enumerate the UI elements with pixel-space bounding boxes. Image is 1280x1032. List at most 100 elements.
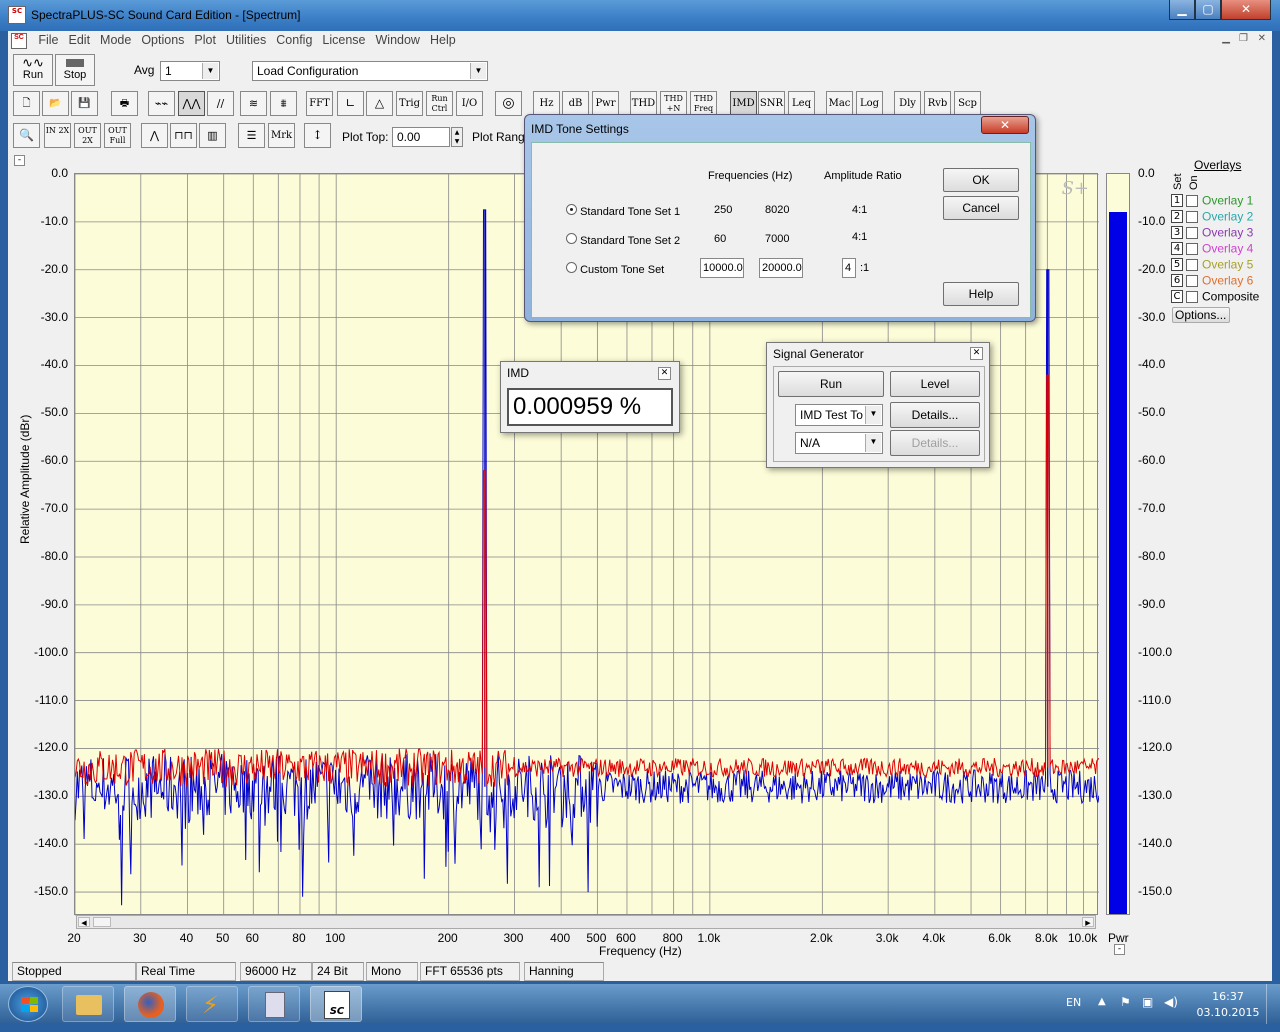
- overlay-checkbox[interactable]: [1186, 226, 1198, 239]
- ok-button[interactable]: OK: [943, 168, 1019, 192]
- network-icon[interactable]: ▣: [1142, 995, 1153, 1009]
- clock-date[interactable]: 03.10.2015: [1196, 1006, 1260, 1019]
- overlays-title[interactable]: Overlays: [1194, 158, 1241, 172]
- overlay-checkbox[interactable]: [1186, 258, 1198, 271]
- mdi-minimize-icon[interactable]: ▁: [1222, 33, 1230, 44]
- overlay-set-button[interactable]: 3: [1171, 226, 1183, 239]
- winamp-taskbar-icon[interactable]: ⚡: [186, 986, 238, 1022]
- siggen-level-button[interactable]: Level: [890, 371, 980, 397]
- overlay-set-button[interactable]: C: [1171, 290, 1183, 303]
- help-button[interactable]: Help: [943, 282, 1019, 306]
- siggen-mode2-select[interactable]: N/A ▼: [795, 432, 883, 454]
- avg-select[interactable]: 1 ▼: [160, 61, 220, 81]
- overlay-set-button[interactable]: 1: [1171, 194, 1183, 207]
- standard-tone-set-2-radio[interactable]: Standard Tone Set 2: [566, 233, 680, 247]
- custom-f1-input[interactable]: 10000.0: [700, 258, 744, 278]
- clock-time[interactable]: 16:37: [1206, 990, 1250, 1003]
- spectrum-icon[interactable]: ⋀⋀: [178, 91, 205, 116]
- overlay-checkbox[interactable]: [1186, 210, 1198, 223]
- log-button[interactable]: Log: [856, 91, 883, 116]
- zoom-icon[interactable]: 🔍: [13, 123, 40, 148]
- language-indicator[interactable]: EN: [1066, 996, 1081, 1009]
- menu-config[interactable]: Config: [271, 31, 317, 49]
- siggen-details-button[interactable]: Details...: [890, 402, 980, 428]
- overlay-checkbox[interactable]: [1186, 290, 1198, 303]
- io-button[interactable]: I/O: [456, 91, 483, 116]
- collapse-icon[interactable]: -: [1114, 944, 1125, 955]
- calculator-taskbar-icon[interactable]: [248, 986, 300, 1022]
- run-button[interactable]: ∿∿ Run: [13, 54, 53, 86]
- custom-tone-set-radio[interactable]: Custom Tone Set: [566, 262, 664, 276]
- minimize-button[interactable]: ▁: [1169, 0, 1195, 20]
- bar-graph-icon[interactable]: ▥: [199, 123, 226, 148]
- app-icon[interactable]: SC: [8, 6, 26, 24]
- fft-button[interactable]: FFT: [306, 91, 333, 116]
- menu-file[interactable]: File: [33, 31, 63, 49]
- spectrogram-icon[interactable]: ≋: [240, 91, 267, 116]
- overlay-options-button[interactable]: Options...: [1172, 307, 1230, 323]
- close-icon[interactable]: ✕: [658, 367, 671, 380]
- stop-button[interactable]: Stop: [55, 54, 95, 86]
- plot-top-spinner[interactable]: ▲ ▼: [451, 127, 463, 147]
- thd-n-button[interactable]: THD +N: [660, 91, 687, 116]
- snr-button[interactable]: SNR: [758, 91, 785, 116]
- zoom-in-button[interactable]: IN 2X: [44, 123, 71, 148]
- list-icon[interactable]: ☰: [238, 123, 265, 148]
- peak-icon[interactable]: △: [366, 91, 393, 116]
- close-button[interactable]: ✕: [1221, 0, 1271, 20]
- open-folder-icon[interactable]: 📂: [42, 91, 69, 116]
- overlay-checkbox[interactable]: [1186, 194, 1198, 207]
- show-desktop-button[interactable]: [1266, 984, 1280, 1024]
- dly-button[interactable]: Dly: [894, 91, 921, 116]
- sine-generator-icon[interactable]: ◎: [495, 91, 522, 116]
- overlay-set-button[interactable]: 6: [1171, 274, 1183, 287]
- config-select[interactable]: Load Configuration ▼: [252, 61, 488, 81]
- menu-license[interactable]: License: [317, 31, 370, 49]
- mac-button[interactable]: Mac: [826, 91, 853, 116]
- flag-icon[interactable]: ⚑: [1120, 995, 1131, 1009]
- zoom-full-button[interactable]: OUT Full: [104, 123, 131, 148]
- mdi-icon[interactable]: SC: [8, 31, 30, 49]
- overlay-set-button[interactable]: 5: [1171, 258, 1183, 271]
- close-icon[interactable]: ✕: [970, 347, 983, 360]
- firefox-taskbar-icon[interactable]: [124, 986, 176, 1022]
- spectraplus-taskbar-icon[interactable]: SC: [310, 986, 362, 1022]
- peak-line-icon[interactable]: ⋀: [141, 123, 168, 148]
- run-ctrl-button[interactable]: Run Ctrl: [426, 91, 453, 116]
- overlay-checkbox[interactable]: [1186, 242, 1198, 255]
- time-series-icon[interactable]: ⌁⌁: [148, 91, 175, 116]
- octave-icon[interactable]: ⊓⊓: [170, 123, 197, 148]
- hz-button[interactable]: Hz: [533, 91, 560, 116]
- menu-options[interactable]: Options: [136, 31, 189, 49]
- maximize-button[interactable]: ▢: [1195, 0, 1221, 20]
- leq-button[interactable]: Leq: [788, 91, 815, 116]
- volume-icon[interactable]: ◀): [1164, 995, 1178, 1009]
- scp-button[interactable]: Scp: [954, 91, 981, 116]
- print-icon[interactable]: 🖶: [111, 91, 138, 116]
- mdi-restore-icon[interactable]: ❐: [1239, 33, 1248, 44]
- close-icon[interactable]: ✕: [981, 116, 1029, 134]
- start-button[interactable]: [8, 986, 48, 1022]
- menu-plot[interactable]: Plot: [189, 31, 221, 49]
- overlay-set-button[interactable]: 4: [1171, 242, 1183, 255]
- overlay-set-button[interactable]: 2: [1171, 210, 1183, 223]
- custom-f2-input[interactable]: 20000.0: [759, 258, 803, 278]
- overlay-checkbox[interactable]: [1186, 274, 1198, 287]
- standard-tone-set-1-radio[interactable]: Standard Tone Set 1: [566, 204, 680, 218]
- explorer-taskbar-icon[interactable]: [62, 986, 114, 1022]
- menu-help[interactable]: Help: [425, 31, 461, 49]
- siggen-mode-select[interactable]: IMD Test To ▼: [795, 404, 883, 426]
- menu-window[interactable]: Window: [371, 31, 425, 49]
- trig-button[interactable]: Trig: [396, 91, 423, 116]
- imd-button[interactable]: IMD: [730, 91, 757, 116]
- custom-ratio-input[interactable]: 4: [842, 258, 856, 278]
- save-icon[interactable]: 💾: [71, 91, 98, 116]
- menu-edit[interactable]: Edit: [64, 31, 96, 49]
- 3d-surface-icon[interactable]: ⩩: [270, 91, 297, 116]
- db-button[interactable]: dB: [562, 91, 589, 116]
- axis-icon[interactable]: ∟: [337, 91, 364, 116]
- marker-button[interactable]: Mrk: [268, 123, 295, 148]
- cancel-button[interactable]: Cancel: [943, 196, 1019, 220]
- menu-utilities[interactable]: Utilities: [221, 31, 271, 49]
- menu-mode[interactable]: Mode: [95, 31, 136, 49]
